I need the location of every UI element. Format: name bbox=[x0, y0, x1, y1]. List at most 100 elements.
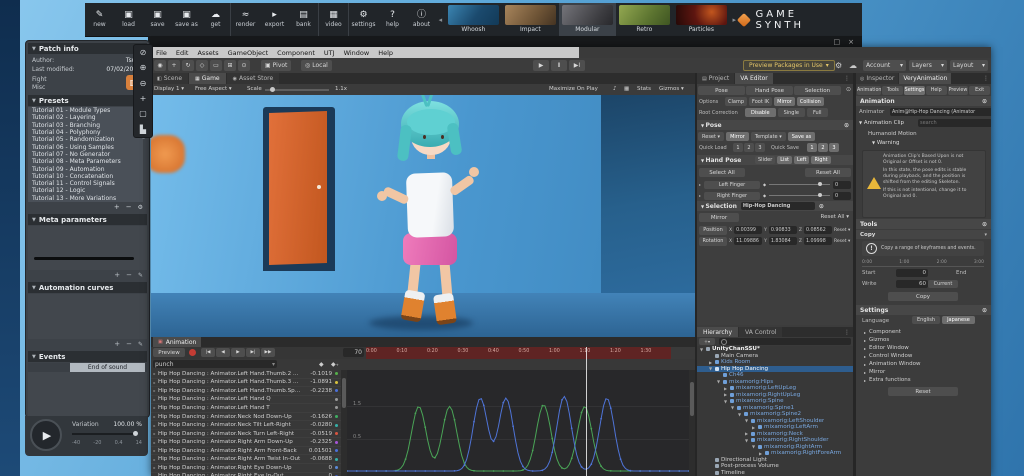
preset-scroll-left-icon[interactable]: ◂ bbox=[436, 16, 445, 24]
foldout-icon[interactable]: ▸ bbox=[151, 440, 158, 445]
edit-icon[interactable]: ✎ bbox=[138, 341, 143, 348]
settings-foldout[interactable]: ▸ Component bbox=[856, 328, 991, 336]
property-value[interactable]: 0 bbox=[302, 465, 332, 471]
hand-pose-toggle[interactable]: Slider bbox=[755, 156, 776, 164]
va-mode-button[interactable]: Pose bbox=[698, 86, 745, 95]
frame-field[interactable]: 70 bbox=[343, 348, 364, 357]
animation-property-row[interactable]: ▸ Hip Hop Dancing : Animator.Left Hand.T… bbox=[151, 370, 341, 379]
foldout-icon[interactable]: ▸ bbox=[151, 465, 158, 470]
start-field[interactable]: 0 bbox=[896, 269, 928, 277]
help-icon[interactable]: ⊙ bbox=[844, 122, 849, 129]
write-field[interactable]: 60 bbox=[896, 280, 928, 288]
finger-value[interactable]: 0 bbox=[833, 191, 851, 200]
transform-tool-button[interactable]: ⊞ bbox=[224, 60, 236, 71]
curves-scrollbar[interactable] bbox=[689, 370, 695, 476]
pose-action-button[interactable]: Reset ▾ bbox=[698, 132, 725, 141]
foldout-icon[interactable]: ▸ bbox=[151, 448, 158, 453]
language-toggle[interactable]: English bbox=[912, 316, 941, 324]
animation-property-row[interactable]: ▸ Hip Hop Dancing : Animator.Right Eye D… bbox=[151, 464, 341, 473]
view-tab[interactable]: ◧ Scene bbox=[151, 73, 189, 84]
sketch-tool-button[interactable]: + bbox=[134, 91, 152, 106]
position-x-field[interactable]: 0.00399 bbox=[734, 226, 763, 234]
quick-load-slot[interactable]: 3 bbox=[755, 143, 765, 152]
option-toggle[interactable]: Foot IK bbox=[749, 97, 773, 106]
preset-list-item[interactable]: Tutorial 04 - Polyphony bbox=[28, 129, 143, 136]
selection-reset-all[interactable]: Reset All ▾ bbox=[821, 214, 849, 220]
sketch-tool-button[interactable]: ▢ bbox=[134, 106, 152, 121]
slider-thumb[interactable] bbox=[818, 193, 822, 197]
pose-action-button[interactable]: Template ▾ bbox=[750, 132, 786, 141]
play-control-button[interactable]: ▶Ⅰ bbox=[569, 60, 585, 71]
sketch-tool-button[interactable]: ⊕ bbox=[134, 60, 152, 75]
frame-nav-button[interactable]: |◀ bbox=[201, 348, 215, 357]
preset-thumbnail[interactable]: Whoosh bbox=[445, 3, 502, 36]
va-subtab[interactable]: Preview bbox=[947, 85, 969, 95]
va-control-tab[interactable]: VA Control bbox=[739, 327, 783, 337]
option-toggle[interactable]: Mirror bbox=[774, 97, 795, 106]
property-value[interactable]: -0.1019 bbox=[302, 371, 332, 377]
animation-property-row[interactable]: ▸ Hip Hop Dancing : Animator.Left Hand.T… bbox=[151, 379, 341, 388]
toolbar-button[interactable]: ✎ new bbox=[85, 3, 114, 36]
animation-section-header[interactable]: Animation ⊙ bbox=[856, 96, 991, 106]
property-value[interactable]: -1.0891 bbox=[302, 379, 332, 385]
variation-slider-thumb[interactable] bbox=[133, 431, 138, 436]
selection-section-header[interactable]: ▼ Selection Hip-Hop Dancing ⊙ bbox=[697, 201, 853, 211]
foldout-icon[interactable]: ▸ bbox=[699, 193, 701, 198]
layout-dropdown[interactable]: Layout ▾ bbox=[950, 60, 988, 71]
quick-load-slot[interactable]: 2 bbox=[744, 143, 754, 152]
animation-property-row[interactable]: ▸ Hip Hop Dancing : Animator.Left Hand.T… bbox=[151, 387, 341, 396]
finger-value[interactable]: 0 bbox=[833, 180, 851, 189]
view-tab[interactable]: ▦ Game bbox=[189, 73, 226, 84]
add-keyframe-icon[interactable]: ◆ bbox=[319, 361, 324, 368]
menu-item[interactable]: Assets bbox=[197, 49, 218, 57]
preset-list-item[interactable]: Tutorial 12 - Logic bbox=[28, 187, 143, 194]
transform-tool-button[interactable]: ◇ bbox=[196, 60, 208, 71]
root-correction-toggle[interactable]: Disable bbox=[745, 108, 776, 117]
frame-nav-button[interactable]: ◀ bbox=[216, 348, 230, 357]
animator-field[interactable]: Anim@Hip-Hop Dancing (Animator bbox=[890, 108, 991, 116]
hierarchy-tree[interactable]: ▼ UnityChanSSU* Main Camera ▶ Kids Room … bbox=[697, 346, 853, 476]
meta-slider-track[interactable] bbox=[34, 257, 134, 260]
va-subtab[interactable]: Help bbox=[925, 85, 947, 95]
pose-action-button[interactable]: Mirror bbox=[726, 132, 749, 141]
preset-list-item[interactable]: Tutorial 03 - Branching bbox=[28, 122, 143, 129]
automation-curves-header[interactable]: ▼ Automation curves bbox=[28, 282, 147, 293]
pose-action-button[interactable]: Save as bbox=[787, 132, 816, 141]
aspect-dropdown[interactable]: Free Aspect ▾ bbox=[195, 86, 232, 92]
property-value[interactable]: -0.0280 bbox=[302, 422, 332, 428]
menu-item[interactable]: Help bbox=[378, 49, 393, 57]
maximize-on-play-toggle[interactable]: Maximize On Play bbox=[549, 86, 598, 92]
frame-nav-button[interactable]: ▶▶ bbox=[261, 348, 275, 357]
remove-icon[interactable]: − bbox=[126, 340, 132, 348]
selection-field[interactable]: Hip-Hop Dancing bbox=[740, 202, 815, 210]
inspector-tab[interactable]: ◎ Inspector bbox=[856, 73, 899, 84]
preview-packages-button[interactable]: Preview Packages in Use ▾ bbox=[743, 60, 835, 71]
toolbar-button[interactable]: ▣ save as bbox=[172, 3, 201, 36]
foldout-icon[interactable]: ▸ bbox=[151, 380, 158, 385]
option-toggle[interactable]: Clamp bbox=[725, 97, 747, 106]
mirror-button[interactable]: Mirror bbox=[699, 213, 739, 222]
presets-header[interactable]: ▼ Presets bbox=[28, 95, 147, 106]
preset-thumbnail[interactable]: Retro bbox=[616, 3, 673, 36]
menu-item[interactable]: Component bbox=[277, 49, 315, 57]
foldout-icon[interactable]: ▸ bbox=[151, 405, 158, 410]
toolbar-button[interactable]: ▤ bank bbox=[289, 3, 319, 36]
va-subtab[interactable]: Tools bbox=[882, 85, 904, 95]
play-button[interactable]: ▶ bbox=[30, 419, 62, 451]
help-icon[interactable]: ⊙ bbox=[982, 221, 987, 228]
settings-foldout[interactable]: ▸ Animation Window bbox=[856, 360, 991, 368]
presets-list[interactable]: Tutorial 01 - Module Types Tutorial 02 - … bbox=[28, 107, 143, 202]
select-all-button[interactable]: Select All bbox=[699, 168, 745, 177]
quick-save-slot[interactable]: 2 bbox=[818, 143, 828, 152]
pose-section-header[interactable]: ▼ Pose ⊙ bbox=[697, 120, 853, 130]
root-correction-toggle[interactable]: Single bbox=[777, 108, 805, 117]
preset-list-item[interactable]: Tutorial 01 - Module Types bbox=[28, 107, 143, 114]
animation-property-row[interactable]: ▸ Hip Hop Dancing : Animator.Left Hand Q bbox=[151, 396, 341, 405]
playhead[interactable] bbox=[586, 347, 587, 476]
foldout-icon[interactable]: ▸ bbox=[151, 423, 158, 428]
scrollbar-thumb[interactable] bbox=[690, 382, 694, 416]
cloud-icon[interactable]: ☁ bbox=[849, 61, 857, 70]
toolbar-button[interactable]: ▸ export bbox=[260, 3, 289, 36]
animation-property-row[interactable]: ▸ Hip Hop Dancing : Animator.Neck Turn L… bbox=[151, 430, 341, 439]
meta-parameters-header[interactable]: ▼ Meta parameters bbox=[28, 214, 147, 225]
